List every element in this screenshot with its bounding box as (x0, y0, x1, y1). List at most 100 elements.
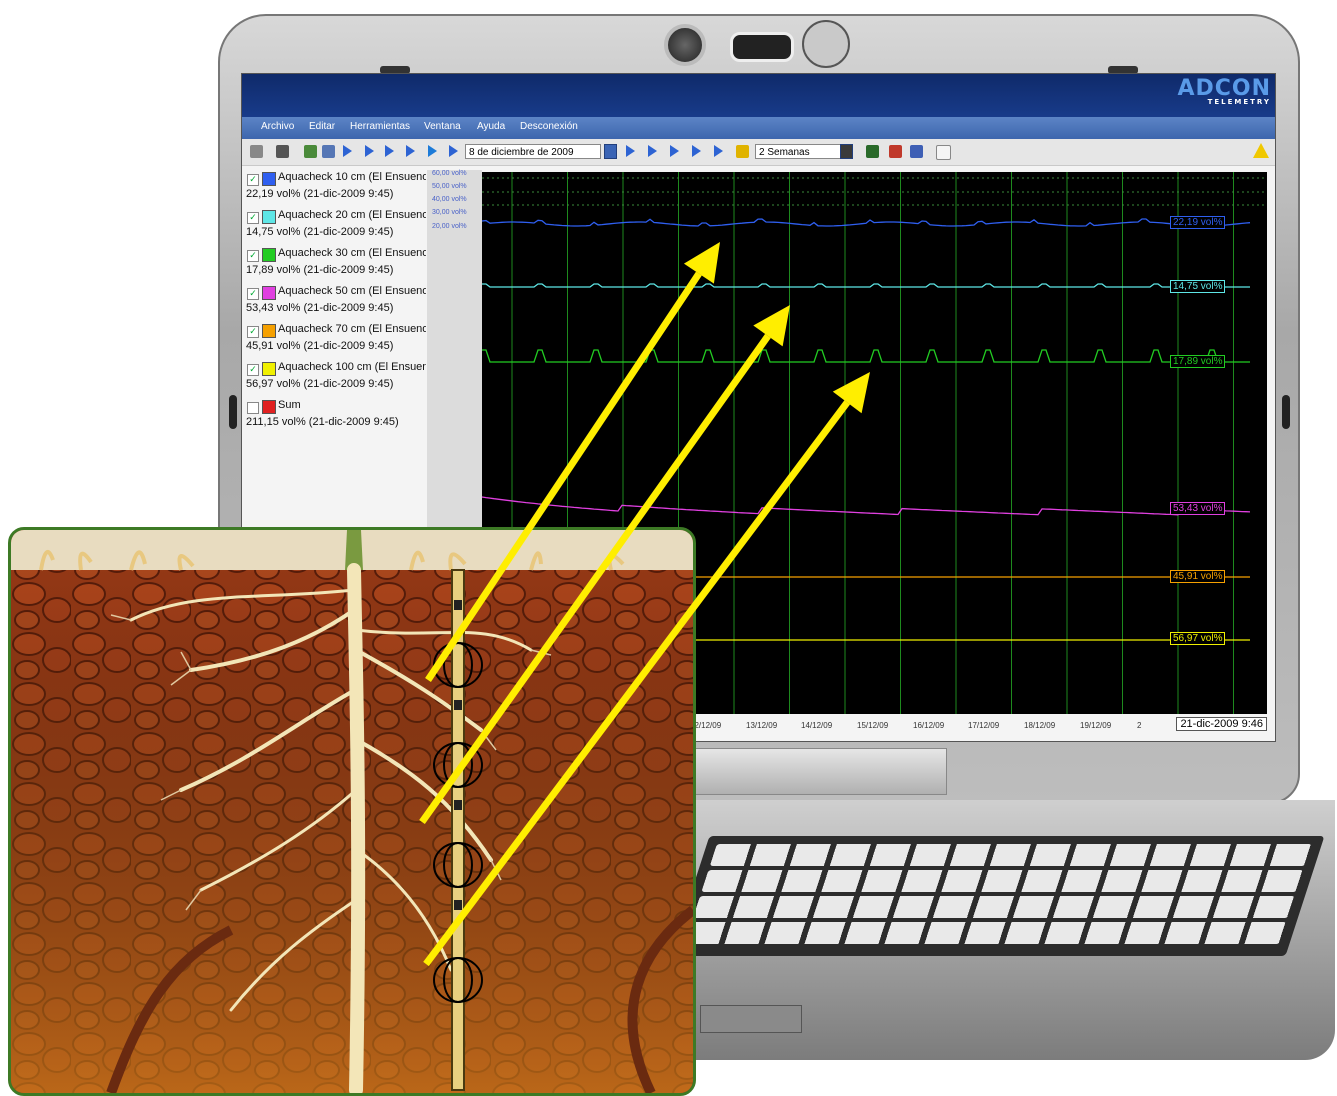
y-tick: 20,00 vol% (432, 223, 467, 230)
legend-item[interactable]: ✓ Aquacheck 20 cm (El Ensueno) 14,75 vol% … (245, 208, 426, 246)
warning-icon[interactable] (1253, 143, 1269, 158)
forward3-icon[interactable] (670, 145, 679, 157)
legend-checkbox[interactable]: ✓ (247, 326, 259, 338)
first-icon[interactable] (343, 145, 352, 157)
menu-desconexion[interactable]: Desconexión (520, 121, 578, 132)
side-button-right (1282, 395, 1290, 429)
legend-item[interactable]: Sum 211,15 vol% (21-dic-2009 9:45) (245, 398, 425, 436)
adcon-logo: ADCON TELEMETRY (1177, 76, 1271, 106)
y-tick: 50,00 vol% (432, 183, 467, 190)
chart-type-icon[interactable] (866, 145, 879, 158)
legend-swatch (262, 172, 276, 186)
keyboard (670, 836, 1325, 956)
menu-ayuda[interactable]: Ayuda (477, 121, 505, 132)
camera-ring-icon (802, 20, 850, 68)
prev-icon[interactable] (449, 145, 458, 157)
webcam-slot (730, 32, 794, 62)
last-icon[interactable] (714, 145, 723, 157)
forward-fast-icon[interactable] (692, 145, 701, 157)
back-fast-icon[interactable] (365, 145, 374, 157)
legend-swatch (262, 286, 276, 300)
legend-name: Aquacheck 20 cm (El Ensueno) (278, 209, 426, 221)
legend-checkbox[interactable]: ✓ (247, 288, 259, 300)
series-value-label: 17,89 vol% (1170, 355, 1226, 368)
table-icon[interactable] (910, 145, 923, 158)
calendar-icon[interactable] (736, 145, 749, 158)
menu-bar: Archivo Editar Herramientas Ventana Ayud… (242, 117, 1275, 139)
add-icon[interactable] (936, 145, 951, 160)
key-row (692, 896, 1295, 918)
x-tick: 14/12/09 (801, 721, 833, 730)
menu-ventana[interactable]: Ventana (424, 121, 461, 132)
x-tick: 13/12/09 (746, 721, 778, 730)
print-icon[interactable] (304, 145, 317, 158)
legend-value: 56,97 vol% (21-dic-2009 9:45) (246, 378, 394, 390)
series-value-label: 56,97 vol% (1170, 632, 1226, 645)
x-tick: 17/12/09 (968, 721, 1000, 730)
export-icon[interactable] (322, 145, 335, 158)
title-bar: ADCON TELEMETRY (242, 74, 1275, 117)
series-value-label: 45,91 vol% (1170, 570, 1226, 583)
legend-value: 53,43 vol% (21-dic-2009 9:45) (246, 302, 394, 314)
forward2-icon[interactable] (648, 145, 657, 157)
soil-root-illustration (8, 527, 696, 1096)
menu-herramientas[interactable]: Herramientas (350, 121, 410, 132)
legend-name: Sum (278, 399, 301, 411)
legend-item[interactable]: ✓ Aquacheck 50 cm (El Ensueno) 53,43 vol% … (245, 284, 426, 322)
key-row (684, 922, 1287, 944)
legend-toggle-icon[interactable] (889, 145, 902, 158)
menu-editar[interactable]: Editar (309, 121, 335, 132)
range-dropdown-icon[interactable] (840, 144, 853, 159)
legend-swatch (262, 400, 276, 414)
legend-item[interactable]: ✓ Aquacheck 30 cm (El Ensueno) 17,89 vol% … (245, 246, 426, 284)
legend-checkbox[interactable]: ✓ (247, 250, 259, 262)
toolbar: 8 de diciembre de 2009 2 Semanas (242, 139, 1275, 166)
series-line (482, 218, 1251, 227)
key-row (709, 844, 1312, 866)
legend-checkbox[interactable]: ✓ (247, 174, 259, 186)
series-value-label: 53,43 vol% (1170, 502, 1226, 515)
forward-icon[interactable] (626, 145, 635, 157)
legend-swatch (262, 210, 276, 224)
series-line (482, 349, 1250, 363)
step-back-icon[interactable] (406, 145, 415, 157)
new-icon[interactable] (250, 145, 263, 158)
legend-value: 17,89 vol% (21-dic-2009 9:45) (246, 264, 394, 276)
x-tick: 2 (1137, 721, 1142, 730)
back-icon[interactable] (385, 145, 394, 157)
legend-name: Aquacheck 30 cm (El Ensueno) (278, 247, 426, 259)
legend-swatch (262, 362, 276, 376)
legend-item[interactable]: ✓ Aquacheck 100 cm (El Ensueno) 56,97 vol%… (245, 360, 426, 398)
legend-value: 14,75 vol% (21-dic-2009 9:45) (246, 226, 394, 238)
legend-name: Aquacheck 50 cm (El Ensueno) (278, 285, 426, 297)
range-select[interactable]: 2 Semanas (755, 144, 851, 159)
hinge-swivel (690, 748, 947, 795)
save-icon[interactable] (276, 145, 289, 158)
current-time-readout: 21-dic-2009 9:46 (1176, 717, 1267, 731)
series-line (482, 496, 1251, 516)
date-field[interactable]: 8 de diciembre de 2009 (465, 144, 601, 159)
y-tick: 60,00 vol% (432, 170, 467, 177)
series-legend: ✓ Aquacheck 10 cm (El Ensueno) 22,19 vol% … (245, 170, 426, 436)
date-dropdown-icon[interactable] (604, 144, 617, 159)
step-icon[interactable] (428, 145, 437, 157)
series-value-label: 14,75 vol% (1170, 280, 1226, 293)
y-tick: 40,00 vol% (432, 196, 467, 203)
legend-name: Aquacheck 70 cm (El Ensueno) (278, 323, 426, 335)
legend-swatch (262, 324, 276, 338)
series-value-label: 22,19 vol% (1170, 216, 1226, 229)
menu-archivo[interactable]: Archivo (261, 121, 294, 132)
x-tick: 19/12/09 (1080, 721, 1112, 730)
legend-item[interactable]: ✓ Aquacheck 10 cm (El Ensueno) 22,19 vol% … (245, 170, 426, 208)
webcam-icon (664, 24, 706, 66)
legend-name: Aquacheck 100 cm (El Ensueno) (278, 361, 426, 373)
touchpad-button (700, 1005, 802, 1033)
legend-checkbox[interactable]: ✓ (247, 364, 259, 376)
series-line (482, 283, 1250, 288)
legend-checkbox[interactable] (247, 402, 259, 414)
legend-item[interactable]: ✓ Aquacheck 70 cm (El Ensueno) 45,91 vol% … (245, 322, 426, 360)
legend-value: 45,91 vol% (21-dic-2009 9:45) (246, 340, 394, 352)
key-row (701, 870, 1304, 892)
legend-value: 22,19 vol% (21-dic-2009 9:45) (246, 188, 394, 200)
legend-checkbox[interactable]: ✓ (247, 212, 259, 224)
